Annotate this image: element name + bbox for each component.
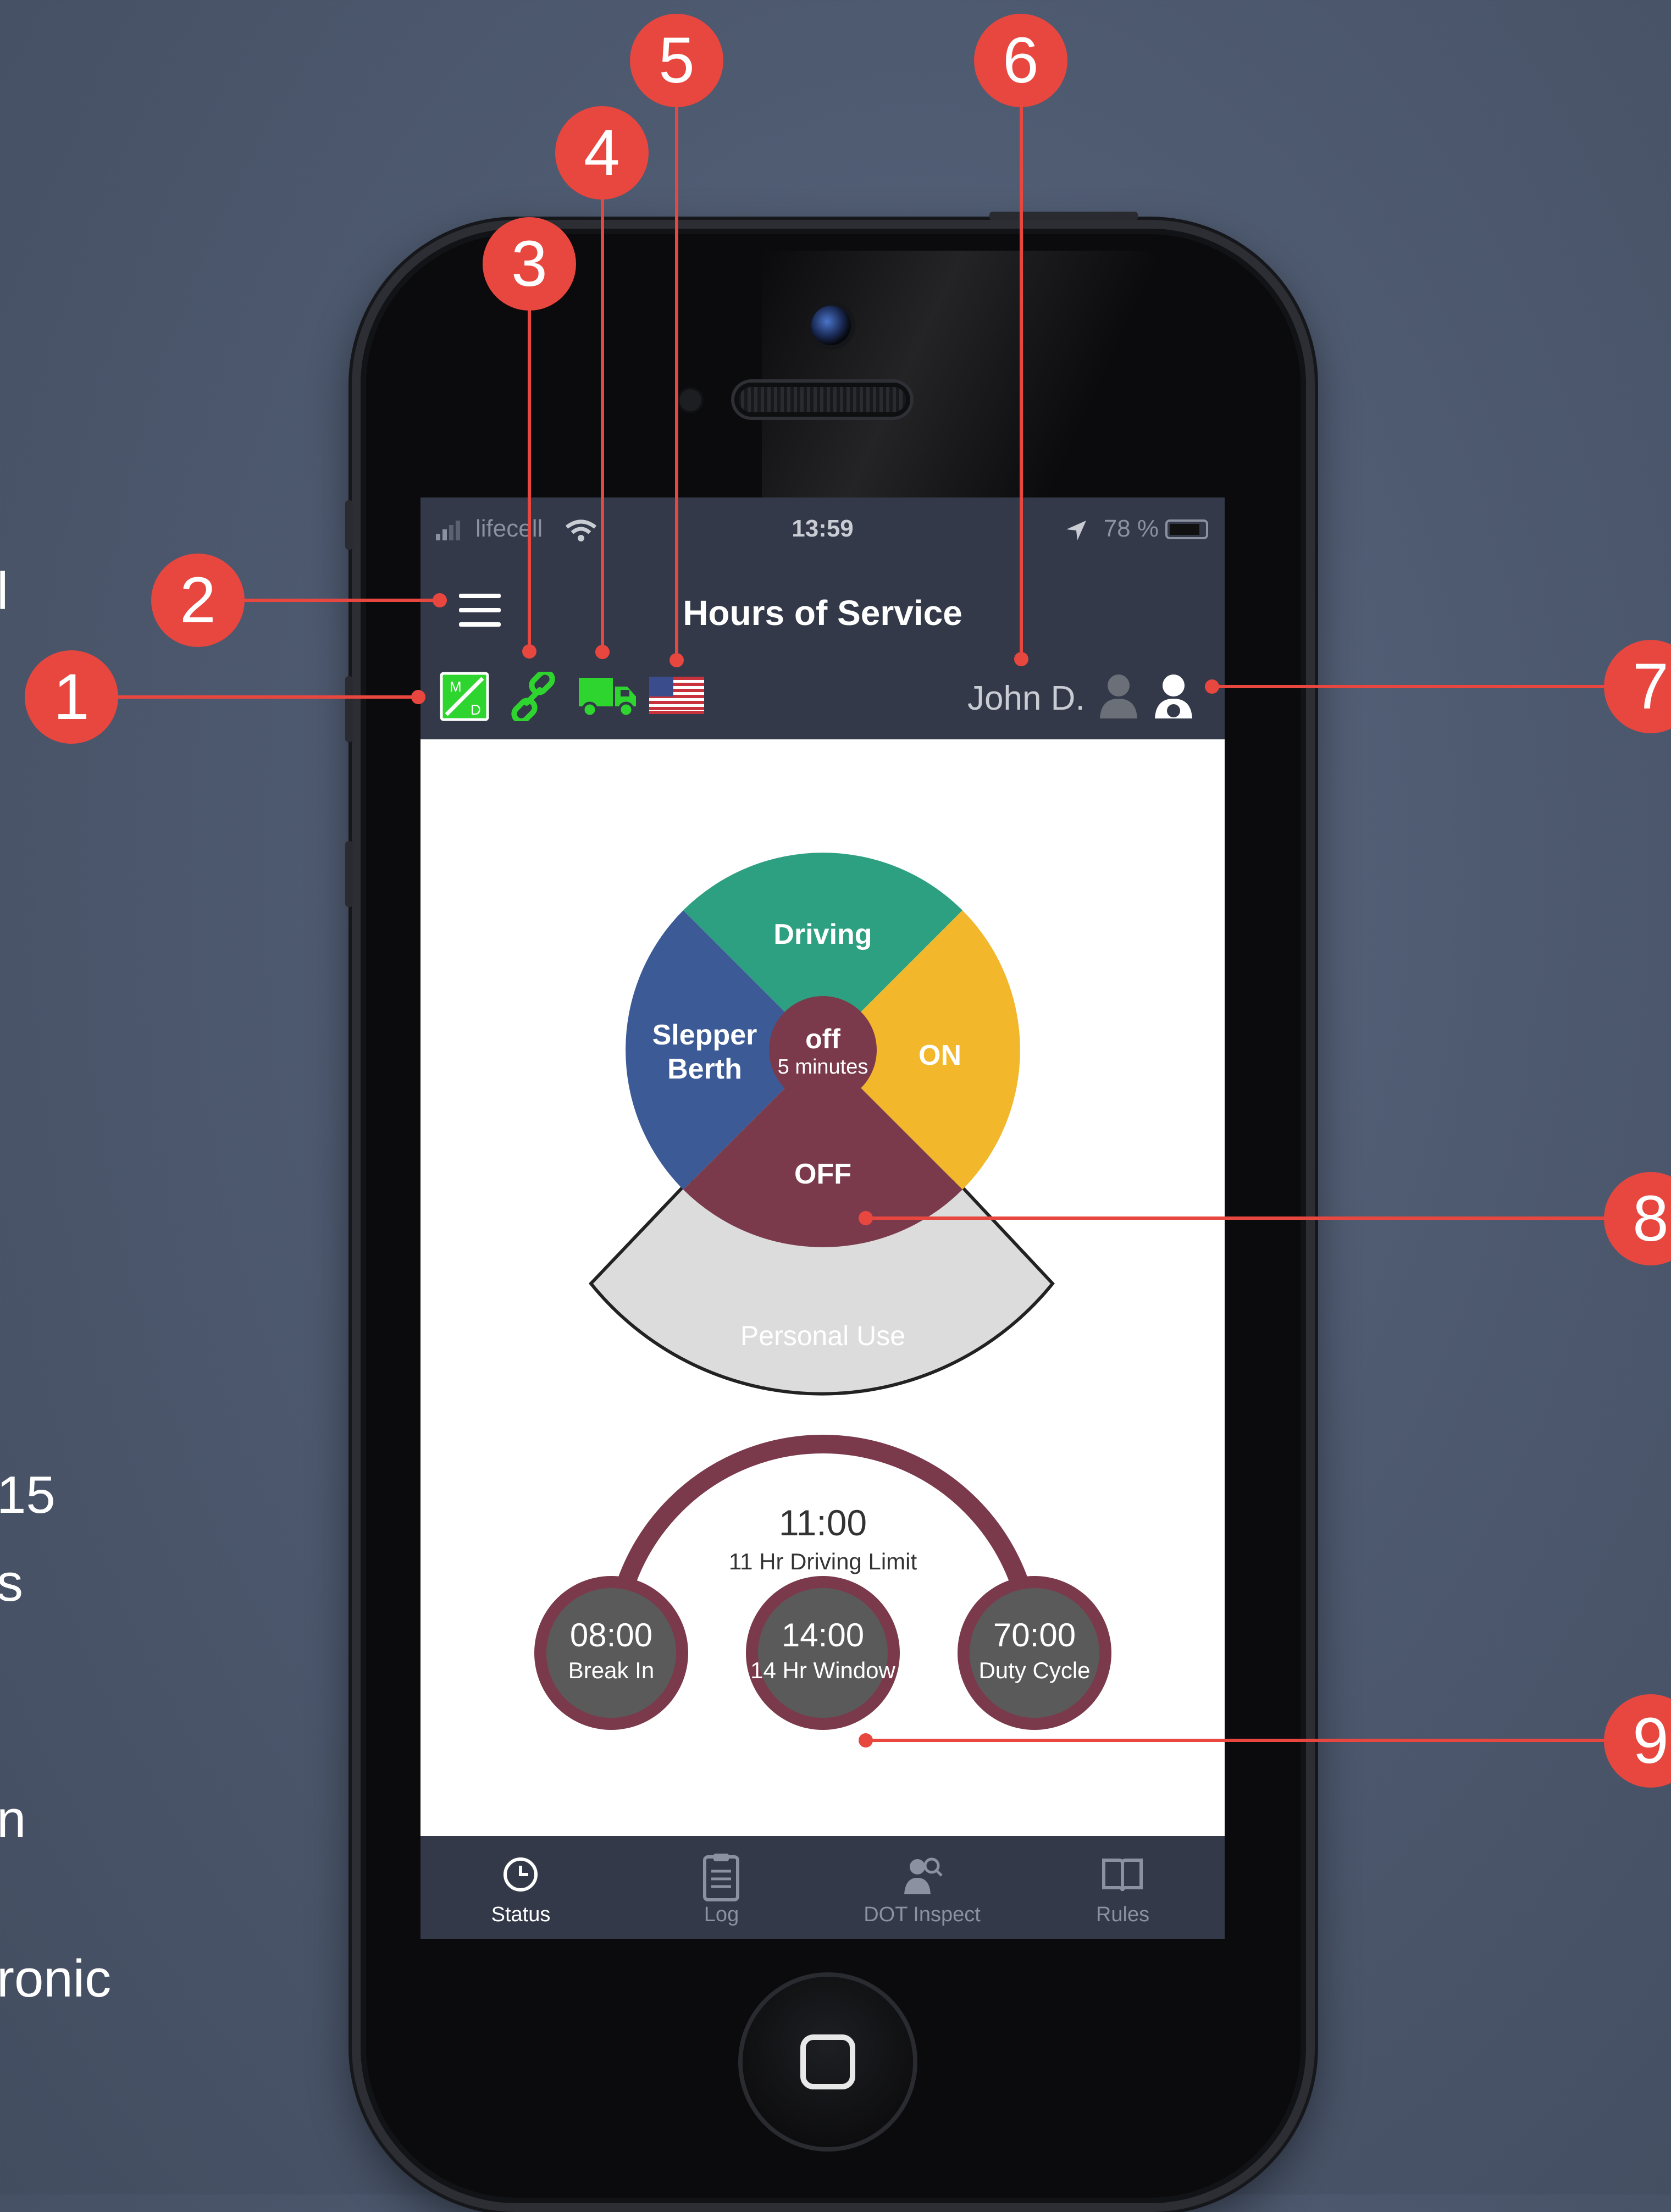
co-driver-icon[interactable]: [1097, 671, 1141, 721]
side-text-4: n: [0, 1790, 26, 1849]
location-arrow-icon: [1066, 521, 1086, 540]
callout-badge-3: 3: [483, 217, 576, 311]
callout-badge-7: 7: [1604, 640, 1671, 733]
home-button[interactable]: [743, 1977, 913, 2147]
driving-label: Driving: [773, 919, 872, 950]
driver-name[interactable]: John D.: [967, 679, 1085, 718]
truck-icon[interactable]: [578, 674, 638, 718]
callout-badge-6: 6: [974, 14, 1067, 107]
status-bar: lifecell 13:59 78 %: [420, 497, 1225, 566]
callout-line-3: [528, 264, 531, 651]
tab-dot-inspect-label: DOT Inspect: [864, 1903, 981, 1926]
app-header: Hours of Service: [420, 566, 1225, 653]
callout-dot-8: [859, 1211, 873, 1225]
callout-dot-3: [522, 644, 536, 659]
side-text-3: s: [0, 1553, 23, 1612]
personal-use-label: Personal Use: [740, 1320, 905, 1351]
callout-dot-4: [595, 645, 610, 659]
callout-badge-9: 9: [1604, 1694, 1671, 1788]
battery-icon: [1165, 519, 1208, 539]
md-mode-icon[interactable]: M D: [440, 672, 489, 721]
page-title: Hours of Service: [683, 593, 962, 633]
clock-icon: [503, 1857, 538, 1892]
proximity-sensor: [679, 389, 701, 411]
sleeper-label-line1: Slepper: [652, 1019, 757, 1051]
sleeper-label-line2: Berth: [667, 1053, 742, 1085]
callout-badge-8: 8: [1604, 1172, 1671, 1265]
us-flag-icon[interactable]: [649, 677, 704, 714]
svg-text:D: D: [471, 701, 481, 718]
volume-down-button[interactable]: [345, 841, 353, 907]
side-text-1: l: [0, 562, 9, 621]
active-driver-icon[interactable]: [1152, 671, 1196, 721]
tab-rules[interactable]: Rules: [1022, 1836, 1223, 1939]
callout-badge-5: 5: [630, 14, 723, 107]
callout-line-7: [1212, 685, 1663, 688]
book-icon: [1102, 1859, 1143, 1892]
power-button[interactable]: [989, 212, 1138, 220]
home-square-icon: [800, 2034, 855, 2089]
status-icon-bar: M D John D.: [420, 651, 1225, 739]
break-timer-value: 08:00: [570, 1617, 652, 1654]
break-timer-label: Break In: [568, 1657, 654, 1683]
callout-dot-9: [859, 1733, 873, 1748]
callout-line-5: [675, 60, 678, 661]
side-text-5: ronic: [0, 1949, 112, 2008]
window-timer-value: 14:00: [782, 1617, 864, 1654]
callout-badge-2: 2: [151, 554, 245, 647]
link-connected-icon[interactable]: [508, 672, 558, 721]
earpiece-speaker: [734, 383, 910, 417]
off-duty-label: OFF: [794, 1158, 851, 1190]
tab-log[interactable]: Log: [621, 1836, 822, 1939]
bottom-tab-bar: Status Log DOT Inspect Rules: [420, 1836, 1225, 1939]
tab-log-label: Log: [704, 1903, 739, 1926]
tab-dot-inspect[interactable]: DOT Inspect: [822, 1836, 1022, 1939]
callout-dot-6: [1014, 652, 1028, 666]
tab-rules-label: Rules: [1095, 1903, 1150, 1926]
callout-badge-4: 4: [555, 106, 649, 200]
clipboard-icon: [703, 1854, 739, 1901]
callout-dot-7: [1205, 679, 1219, 694]
inspector-icon: [904, 1857, 943, 1894]
callout-dot-1: [411, 690, 425, 704]
center-duration-label: 5 minutes: [778, 1055, 868, 1079]
window-timer-label: 14 Hr Window: [750, 1657, 895, 1683]
duty-status-wheel: Driving Slepper Berth ON OFF off 5 minut…: [534, 853, 1111, 1730]
driving-limit-label: 11 Hr Driving Limit: [729, 1549, 917, 1574]
callout-line-1: [71, 695, 418, 699]
callout-line-8: [866, 1216, 1663, 1220]
tab-status[interactable]: Status: [420, 1836, 621, 1939]
callout-line-9: [866, 1739, 1663, 1742]
callout-line-6: [1020, 60, 1023, 660]
svg-text:M: M: [450, 678, 462, 695]
callout-badge-1: 1: [25, 650, 118, 744]
duty-cycle-label: Duty Cycle: [978, 1657, 1090, 1683]
mute-switch[interactable]: [345, 500, 353, 550]
on-duty-label: ON: [919, 1039, 961, 1071]
volume-up-button[interactable]: [345, 676, 353, 742]
side-text-2: 15: [0, 1466, 56, 1524]
tab-status-label: Status: [491, 1903, 551, 1926]
status-main: Driving Slepper Berth ON OFF off 5 minut…: [420, 739, 1225, 1836]
callout-dot-2: [433, 593, 447, 607]
center-status-label: off: [805, 1024, 840, 1054]
battery-percent: 78 %: [1103, 515, 1159, 542]
front-camera: [811, 306, 851, 345]
callout-dot-5: [669, 653, 684, 667]
duty-cycle-value: 70:00: [993, 1617, 1076, 1654]
callout-line-4: [601, 153, 604, 652]
driving-limit-value: 11:00: [779, 1502, 867, 1543]
